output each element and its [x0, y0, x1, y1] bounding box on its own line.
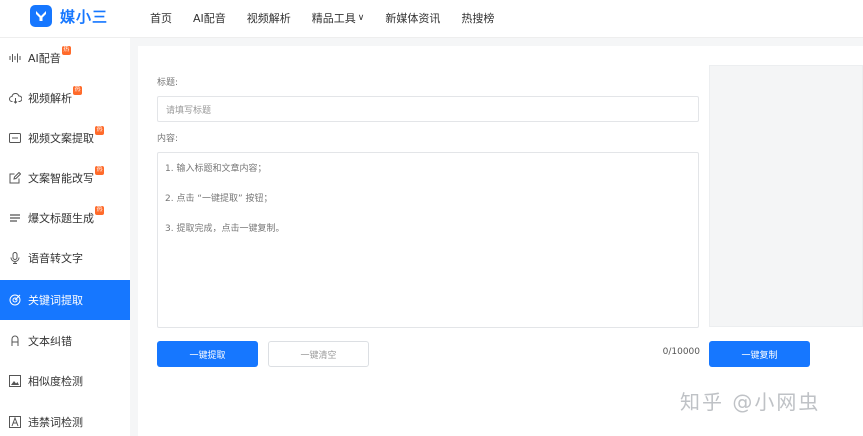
sidebar-item-speech-to-text[interactable]: 语音转文字 — [0, 238, 130, 278]
sidebar-item-title-generate[interactable]: 爆文标题生成 热 — [0, 198, 130, 238]
sidebar-item-video-text-extract[interactable]: 视频文案提取 热 — [0, 118, 130, 158]
content-line: 2. 点击 “一键提取” 按钮； — [165, 194, 273, 204]
sidebar-item-label: 爆文标题生成 — [28, 212, 94, 225]
sidebar-item-text-correct[interactable]: 文本纠错 — [0, 321, 130, 361]
nav-new-media-news[interactable]: 新媒体资讯 — [385, 10, 440, 26]
top-navbar: 媒小三 首页 AI配音 视频解析 精品工具 ∨ 新媒体资讯 热搜榜 — [0, 0, 863, 38]
video-text-icon — [8, 131, 22, 145]
chevron-down-icon: ∨ — [357, 13, 365, 23]
warning-text-icon — [8, 415, 22, 429]
target-icon — [8, 293, 22, 307]
sidebar-item-label: 关键词提取 — [28, 294, 83, 307]
extract-button[interactable]: 一键提取 — [157, 341, 258, 367]
nav-premium-tools[interactable]: 精品工具 ∨ — [312, 10, 365, 26]
nav-hot-search-label: 热搜榜 — [461, 12, 495, 25]
microphone-icon — [8, 251, 22, 265]
spellcheck-icon — [8, 334, 22, 348]
nav-video-parse-label: 视频解析 — [246, 12, 291, 25]
nav-home-label: 首页 — [150, 12, 172, 25]
sidebar: AI配音 热 视频解析 热 视频文案提取 热 文案智能改写 热 爆文标题生成 热… — [0, 38, 130, 436]
sidebar-item-label: AI配音 — [28, 52, 61, 65]
logo-icon — [30, 5, 52, 27]
sidebar-item-label: 违禁词检测 — [28, 416, 83, 429]
hot-badge: 热 — [95, 205, 104, 215]
nav-hot-search[interactable]: 热搜榜 — [461, 10, 494, 26]
content-line: 3. 提取完成，点击一键复制。 — [165, 224, 285, 234]
audio-wave-icon — [8, 51, 22, 65]
nav-premium-tools-label: 精品工具 — [311, 12, 356, 25]
nav-home[interactable]: 首页 — [150, 10, 172, 26]
sidebar-item-label: 文本纠错 — [28, 335, 72, 348]
hot-badge: 热 — [95, 165, 104, 175]
hot-badge: 热 — [95, 125, 104, 135]
content-textarea[interactable]: 1. 输入标题和文章内容； 2. 点击 “一键提取” 按钮； 3. 提取完成，点… — [157, 152, 699, 328]
copy-button[interactable]: 一键复制 — [709, 341, 810, 367]
main-nav: 首页 AI配音 视频解析 精品工具 ∨ 新媒体资讯 热搜榜 — [150, 0, 515, 36]
image-compare-icon — [8, 374, 22, 388]
nav-ai-voice-label: AI配音 — [193, 12, 226, 25]
sidebar-item-label: 相似度检测 — [28, 375, 83, 388]
hot-badge: 热 — [61, 45, 71, 55]
brand-logo[interactable]: 媒小三 — [30, 5, 108, 27]
watermark: 知乎 @小网虫 — [680, 390, 821, 414]
sidebar-item-keyword-extract[interactable]: 关键词提取 — [0, 280, 130, 320]
brand-name: 媒小三 — [60, 7, 109, 26]
nav-video-parse[interactable]: 视频解析 — [247, 10, 291, 26]
clear-button[interactable]: 一键清空 — [268, 341, 369, 367]
title-label: 标题: — [157, 78, 179, 88]
sidebar-item-label: 语音转文字 — [28, 252, 83, 265]
sidebar-item-label: 文案智能改写 — [28, 172, 94, 185]
char-counter: 0/10000 — [662, 347, 700, 357]
sidebar-item-ai-voice[interactable]: AI配音 热 — [0, 38, 130, 78]
title-input[interactable]: 请填写标题 — [157, 96, 699, 122]
sidebar-item-smart-rewrite[interactable]: 文案智能改写 热 — [0, 158, 130, 198]
edit-icon — [8, 171, 22, 185]
sidebar-item-similarity-check[interactable]: 相似度检测 — [0, 361, 130, 401]
sidebar-item-video-parse[interactable]: 视频解析 热 — [0, 78, 130, 118]
content-label: 内容: — [157, 134, 179, 144]
cloud-download-icon — [8, 91, 22, 105]
sidebar-item-label: 视频文案提取 — [28, 132, 94, 145]
nav-new-media-news-label: 新媒体资讯 — [385, 12, 441, 25]
title-icon — [8, 211, 22, 225]
sidebar-item-label: 视频解析 — [28, 92, 72, 105]
hot-badge: 热 — [73, 85, 82, 95]
result-output-area[interactable] — [709, 65, 863, 327]
content-line: 1. 输入标题和文章内容； — [165, 164, 267, 174]
title-placeholder: 请填写标题 — [166, 105, 212, 116]
nav-ai-voice[interactable]: AI配音 — [193, 10, 226, 26]
sidebar-item-banned-words[interactable]: 违禁词检测 — [0, 402, 130, 436]
